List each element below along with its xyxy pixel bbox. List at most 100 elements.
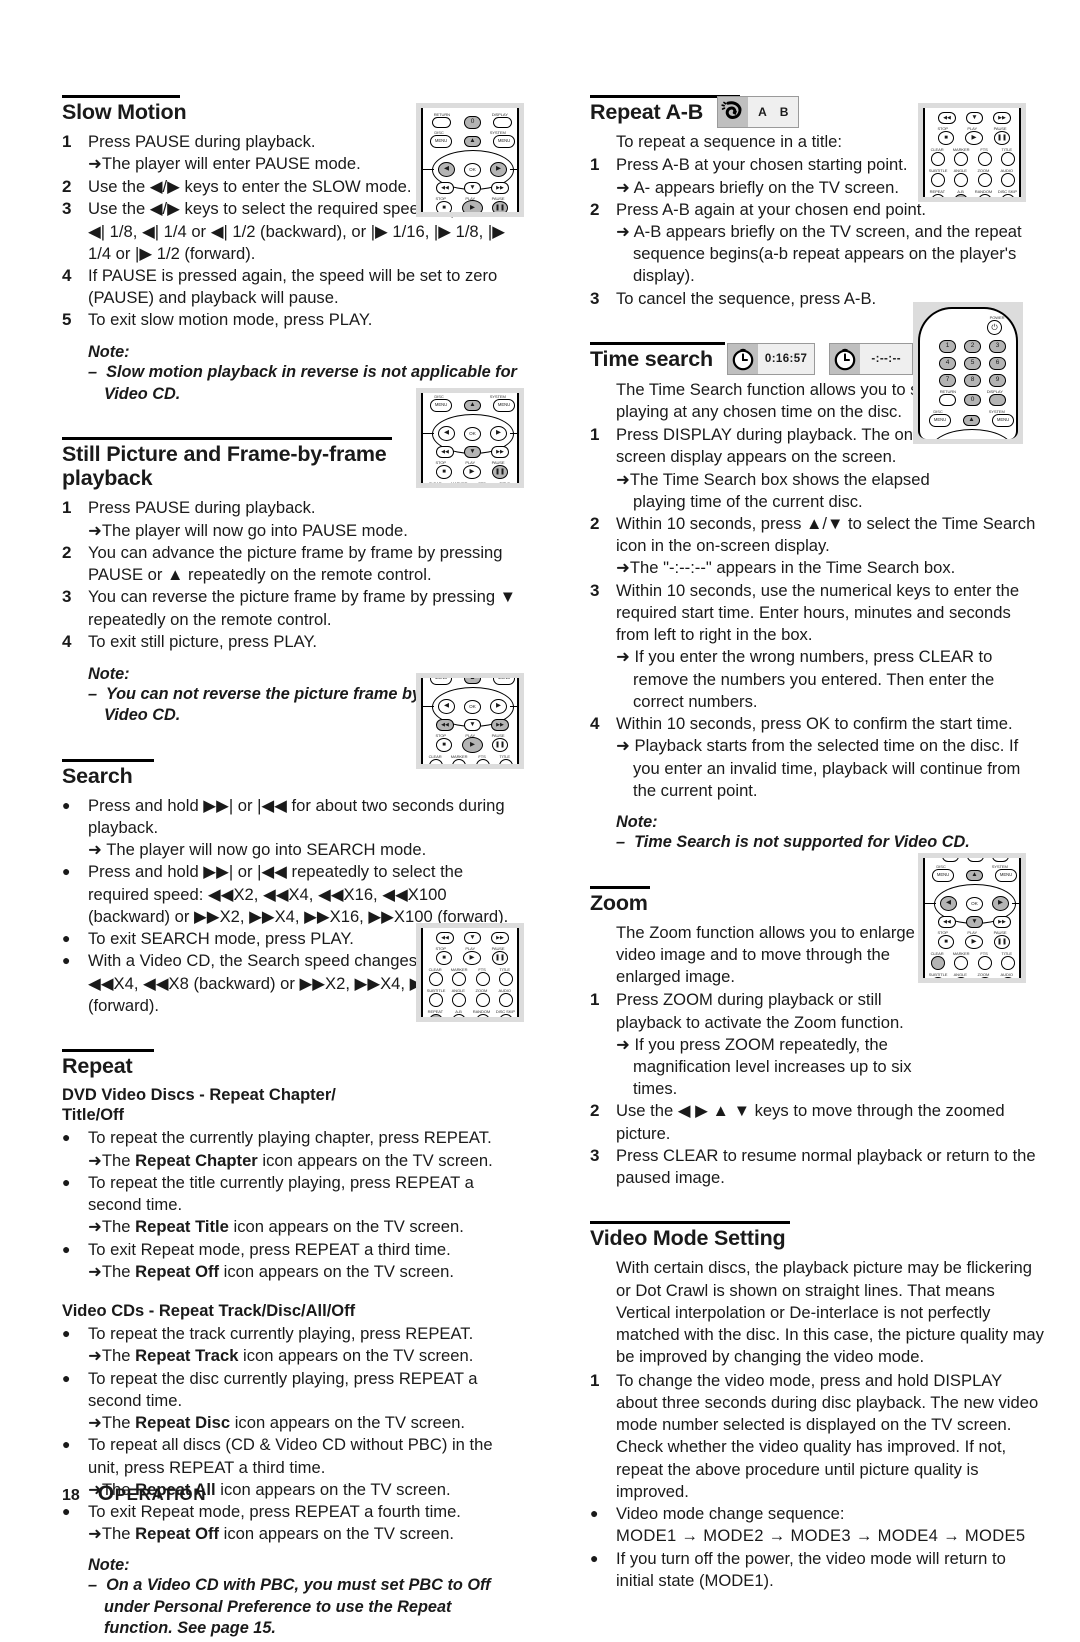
prev-button: ◀◀ (436, 182, 454, 194)
step-arrow: ➜The Time Search box shows the elapsed p… (616, 469, 930, 511)
heading-rule (590, 885, 650, 889)
fts-button (978, 956, 992, 970)
step-text: Use the ◀ ▶ ▲ ▼ keys to move through the… (616, 1101, 1005, 1143)
heading-repeat: Repeat (62, 1054, 133, 1078)
still-picture-steps: 1 Press PAUSE during playback. ➜The player… (62, 497, 517, 653)
right-button: ▶ (490, 426, 507, 441)
list-item: 2 You can advance the picture frame by fr… (62, 542, 517, 586)
bullet-icon: ● (62, 952, 71, 969)
list-item: ● Video mode change sequence: MODE1 → MODE… (590, 1503, 1045, 1547)
zoom-button (978, 173, 992, 187)
time-search-intro: The Time Search function allows you to s… (616, 379, 943, 421)
heading-rule (590, 342, 725, 346)
list-item: 1 Press ZOOM during playback or still pla… (590, 989, 1045, 1100)
bullet-icon: ● (590, 1549, 599, 1566)
bullet-text: If you turn off the power, the video mod… (616, 1548, 1006, 1590)
step-arrow: ➜The "-:--:--" appears in the Time Searc… (616, 558, 956, 578)
key-6: 6 (989, 357, 1006, 370)
repeat-button (931, 194, 945, 197)
section-video-mode: Video Mode Setting With certain discs, t… (590, 1221, 1045, 1592)
disc-skip-button (1001, 194, 1015, 197)
step-number: 1 (62, 498, 72, 518)
bullet-text: Video mode change sequence: (616, 1504, 845, 1524)
step-number: 5 (62, 310, 72, 330)
play-button: ▶ (462, 737, 483, 753)
step-number: 2 (62, 542, 72, 562)
bullet-text: Press and hold ▶▶| or |◀◀ repeatedly to … (88, 862, 509, 926)
bullet-text: To exit Repeat mode, press REPEAT a thir… (88, 1239, 451, 1259)
step-text: Press PAUSE during playback. (88, 498, 316, 518)
remote-illustration-slow-motion: RETURN DISPLAY 0 DISC SYSTEM MENU ▲ MENU… (416, 103, 524, 217)
audio-button (1001, 977, 1015, 978)
step-number: 1 (590, 990, 600, 1010)
fts-button (978, 152, 992, 166)
stop-button: ■ (938, 935, 954, 949)
step-number: 4 (62, 266, 72, 286)
heading-repeat-ab: Repeat A-B (590, 100, 704, 124)
remote-body: ◀◀ ▼ ▶▶ STOP PLAY PAUSE ■ ▶ ❚❚ CLEAR MAR… (421, 928, 519, 1017)
step-number: 1 (62, 132, 72, 152)
zero-key: 0 (967, 858, 984, 862)
pause-button: ❚❚ (994, 935, 1010, 949)
list-item: ● To repeat the track currently playing, … (62, 1323, 517, 1367)
clear-button (931, 956, 945, 970)
osd-badge-time-empty: -:--:-- (829, 343, 913, 376)
next-button: ▶▶ (491, 446, 509, 458)
right-button: ▶ (490, 162, 507, 177)
list-item: 3 You can reverse the picture frame by fr… (62, 586, 517, 630)
step-text: To exit slow motion mode, press PLAY. (88, 310, 373, 330)
title-button (499, 759, 513, 764)
time-search-value: 0:16:57 (757, 344, 815, 375)
video-mode-sequence: MODE1 → MODE2 → MODE3 → MODE4 → MODE5 (616, 1526, 1026, 1546)
repeat-ab-values: A B (748, 97, 799, 127)
repeat-b-label: B (779, 105, 789, 119)
prev-button: ◀◀ (938, 916, 956, 928)
step-text: If PAUSE is pressed again, the speed wil… (88, 266, 498, 308)
list-item: 2 Press A-B again at your chosen end poin… (590, 199, 1045, 288)
heading-rule (62, 758, 154, 762)
stop-button: ■ (938, 131, 954, 145)
remote-body: RETURN DISPLAY 0 DISC SYSTEM MENU ▲ MENU… (421, 108, 519, 212)
stop-button: ■ (436, 738, 452, 752)
note-label: Note: (616, 813, 658, 832)
key-4: 4 (939, 357, 956, 370)
remote-body: DISC SYSTEM MENU ▲ MENU ◀ OK ▶ ◀◀ ▼ ▶▶ S… (421, 393, 519, 483)
ab-button (452, 1014, 466, 1017)
random-button (978, 194, 992, 197)
power-button: ⏻ (987, 320, 1002, 335)
heading-time-search: Time search (590, 347, 713, 372)
list-item: ● To repeat the currently playing chapter… (62, 1127, 517, 1171)
down-button: ▼ (966, 112, 983, 124)
step-number: 1 (590, 425, 600, 445)
step-number: 4 (62, 631, 72, 651)
left-button: ◀ (438, 699, 455, 714)
bullet-text: To repeat the title currently playing, p… (88, 1172, 474, 1215)
next-button: ▶▶ (993, 112, 1011, 124)
bullet-text: Press and hold ▶▶| or |◀◀ for about two … (88, 795, 505, 837)
title-button (499, 972, 513, 986)
up-button: ▲ (464, 678, 481, 684)
list-item: 1 Press PAUSE during playback. ➜The player… (62, 497, 517, 541)
heading-rule (62, 95, 180, 98)
step-number: 3 (590, 580, 600, 600)
zoom-button (476, 993, 490, 1007)
bullet-arrow: ➜The Repeat Off icon appears on the TV s… (88, 1261, 454, 1281)
list-item: ● Press and hold ▶▶| or |◀◀ for about two… (62, 795, 517, 862)
step-number: 3 (590, 288, 600, 308)
step-text: Within 10 seconds, use the numerical key… (616, 580, 1020, 645)
note-label: Note: (88, 343, 130, 362)
step-number: 3 (62, 587, 72, 607)
up-button: ▲ (464, 136, 481, 147)
repeat-dvd-bullets: ● To repeat the currently playing chapter… (62, 1127, 517, 1283)
remote-body: 0 DISC SYSTEM MENU ▲ MENU ◀ OK ▶ ◀◀ ▼ ▶▶… (923, 858, 1021, 978)
time-search-steps: 1 Press DISPLAY during playback. The on-s… (590, 424, 1045, 802)
down-button: ▼ (464, 719, 481, 731)
pause-button: ❚❚ (492, 201, 508, 212)
list-item: ● To repeat the disc currently playing, p… (62, 1368, 517, 1435)
system-menu-button: MENU (493, 135, 515, 148)
heading-rule (62, 1049, 154, 1052)
step-arrow: ➜ If you enter the wrong numbers, press … (616, 647, 995, 711)
note-text: – Time Search is not supported for Video… (616, 833, 970, 852)
display-button (493, 117, 512, 128)
remote-body: MENU ▲ MENU ◀ OK ▶ ◀◀ ▼ ▶▶ STOP PLAY PAU… (421, 678, 519, 764)
